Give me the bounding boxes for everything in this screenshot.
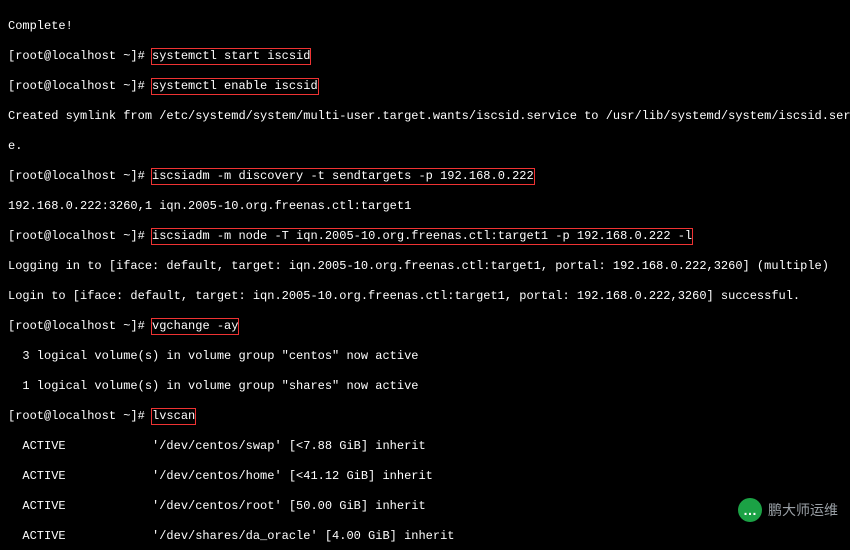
command-enable-iscsid: systemctl enable iscsid <box>152 79 318 94</box>
output-line: ACTIVE '/dev/centos/swap' [<7.88 GiB] in… <box>8 439 842 454</box>
prompt-line: [root@localhost ~]# iscsiadm -m discover… <box>8 169 842 184</box>
terminal[interactable]: Complete! [root@localhost ~]# systemctl … <box>0 0 850 550</box>
prompt: [root@localhost ~]# <box>8 319 152 333</box>
prompt: [root@localhost ~]# <box>8 409 152 423</box>
command-lvscan: lvscan <box>152 409 195 424</box>
prompt: [root@localhost ~]# <box>8 49 152 63</box>
prompt-line: [root@localhost ~]# systemctl enable isc… <box>8 79 842 94</box>
output-line: 1 logical volume(s) in volume group "sha… <box>8 379 842 394</box>
prompt-line: [root@localhost ~]# systemctl start iscs… <box>8 49 842 64</box>
output-line: ACTIVE '/dev/centos/root' [50.00 GiB] in… <box>8 499 842 514</box>
command-iscsi-login: iscsiadm -m node -T iqn.2005-10.org.free… <box>152 229 692 244</box>
output-line: Login to [iface: default, target: iqn.20… <box>8 289 842 304</box>
command-vgchange: vgchange -ay <box>152 319 238 334</box>
output-line: Complete! <box>8 19 842 34</box>
output-line: ACTIVE '/dev/shares/da_oracle' [4.00 GiB… <box>8 529 842 544</box>
output-line: 3 logical volume(s) in volume group "cen… <box>8 349 842 364</box>
wechat-icon <box>738 498 762 522</box>
command-start-iscsid: systemctl start iscsid <box>152 49 310 64</box>
command-iscsi-discovery: iscsiadm -m discovery -t sendtargets -p … <box>152 169 534 184</box>
prompt: [root@localhost ~]# <box>8 79 152 93</box>
prompt: [root@localhost ~]# <box>8 169 152 183</box>
output-line: e. <box>8 139 842 154</box>
output-line: Logging in to [iface: default, target: i… <box>8 259 842 274</box>
output-line: 192.168.0.222:3260,1 iqn.2005-10.org.fre… <box>8 199 842 214</box>
prompt-line: [root@localhost ~]# vgchange -ay <box>8 319 842 334</box>
output-line: ACTIVE '/dev/centos/home' [<41.12 GiB] i… <box>8 469 842 484</box>
prompt-line: [root@localhost ~]# iscsiadm -m node -T … <box>8 229 842 244</box>
watermark: 鹏大师运维 <box>738 498 838 522</box>
prompt: [root@localhost ~]# <box>8 229 152 243</box>
watermark-text: 鹏大师运维 <box>768 503 838 518</box>
prompt-line: [root@localhost ~]# lvscan <box>8 409 842 424</box>
output-line: Created symlink from /etc/systemd/system… <box>8 109 842 124</box>
